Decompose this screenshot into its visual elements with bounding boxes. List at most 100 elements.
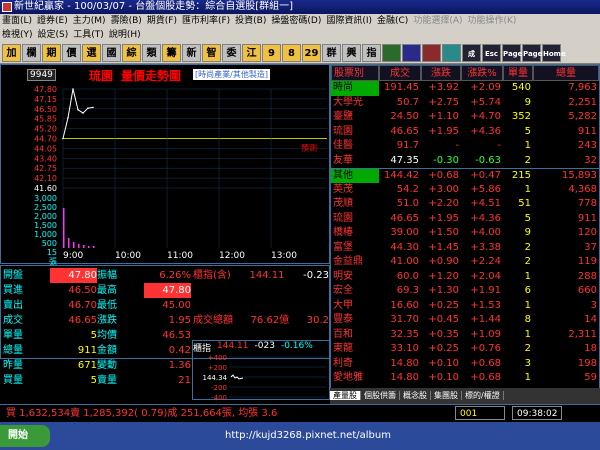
toolbar-button[interactable]: 8 bbox=[282, 43, 301, 62]
toolbar-button[interactable]: Esc bbox=[482, 43, 501, 62]
toolbar-button[interactable]: 委 bbox=[222, 43, 241, 62]
toolbar-button[interactable] bbox=[382, 43, 401, 62]
watch-cell: +5.86 bbox=[470, 183, 501, 195]
watch-row[interactable]: 英茂 54.2 +3.00 +5.86 1 4,368 bbox=[331, 183, 599, 198]
toolbar-button[interactable]: 加 bbox=[2, 43, 21, 62]
watch-cell: 24.50 bbox=[390, 111, 419, 122]
watch-row[interactable]: 其他 144.42 +0.68 +0.47 215 15,893 bbox=[331, 168, 599, 183]
watch-cell: -0.63 bbox=[475, 154, 501, 166]
index-label: 櫃指(含) bbox=[193, 270, 231, 281]
menu-item[interactable]: 國際資訊(I) bbox=[326, 16, 372, 26]
toolbar-button[interactable]: 興 bbox=[342, 43, 361, 62]
watch-row[interactable]: 利奇 14.80 +0.10 +0.68 3 198 bbox=[331, 357, 599, 372]
toolbar-button[interactable] bbox=[442, 43, 461, 62]
toolbar-button[interactable] bbox=[402, 43, 421, 62]
menu-item[interactable]: 功能選擇(A) bbox=[413, 16, 462, 26]
menu-item[interactable]: 壽險(B) bbox=[111, 16, 142, 26]
quote-value: 671 bbox=[77, 360, 97, 371]
menu-bar: 畫面(L) 證券(E) 主力(M) 壽險(B) 期貨(F) 匯市利率(F) 投資(B) 操盤密… bbox=[0, 14, 600, 42]
toolbar-button[interactable]: 類 bbox=[142, 43, 161, 62]
toolbar-button[interactable]: Home bbox=[542, 43, 566, 62]
watch-row[interactable]: 茂順 51.0 +2.20 +4.51 51 778 bbox=[331, 197, 599, 212]
toolbar-button[interactable]: 群 bbox=[322, 43, 341, 62]
menu-item[interactable]: 功能操作(K) bbox=[468, 16, 517, 26]
quote-value2: 6.26% bbox=[159, 270, 191, 281]
code-input[interactable]: 001 bbox=[455, 406, 505, 420]
menu-item[interactable]: 投資(B) bbox=[235, 16, 266, 26]
toolbar-button[interactable]: 新 bbox=[182, 43, 201, 62]
watch-row[interactable]: 金益鼎 41.00 +0.90 +2.24 2 119 bbox=[331, 255, 599, 270]
watch-header[interactable]: 成交 bbox=[379, 65, 421, 81]
tab-1[interactable]: 個股供籌 bbox=[361, 391, 400, 400]
watchlist-header: 股票別 成交 漲跌 漲跌% 單量 總量 bbox=[331, 65, 599, 81]
watch-cell: +2.20 bbox=[428, 198, 459, 209]
watch-row[interactable]: 琉園 46.65 +1.95 +4.36 5 911 bbox=[331, 125, 599, 140]
quote-value2: 0.42 bbox=[168, 345, 191, 356]
toolbar-button[interactable]: 成 bbox=[462, 43, 481, 62]
watch-row[interactable]: 百和 32.35 +0.35 +1.09 1 2,311 bbox=[331, 328, 599, 343]
tab-3[interactable]: 集團股 bbox=[431, 391, 462, 400]
mini-tick: -400 bbox=[211, 394, 227, 401]
toolbar-button[interactable]: 智 bbox=[202, 43, 221, 62]
watch-row[interactable]: 時尚 191.45 +3.92 +2.09 540 7,963 bbox=[331, 81, 599, 96]
watch-row[interactable]: 大學光 50.7 +2.75 +5.74 9 2,251 bbox=[331, 96, 599, 111]
toolbar-button[interactable]: Page Up bbox=[502, 43, 522, 76]
tab-4[interactable]: 標的/權證 bbox=[462, 391, 504, 400]
watch-cell: 時尚 bbox=[331, 81, 379, 96]
quote-row: 買量 5 賣量 21 bbox=[3, 373, 191, 388]
menu-item[interactable]: 匯市利率(F) bbox=[182, 16, 230, 26]
menu-row-1: 畫面(L) 證券(E) 主力(M) 壽險(B) 期貨(F) 匯市利率(F) 投資(B) 操盤密… bbox=[0, 14, 600, 28]
watch-row[interactable]: 富堡 44.30 +1.45 +3.38 2 37 bbox=[331, 241, 599, 256]
quote-row: 買進 46.50 最高 47.80 bbox=[3, 283, 191, 298]
watch-header[interactable]: 股票別 bbox=[331, 65, 379, 81]
toolbar-button[interactable]: 國 bbox=[102, 43, 121, 62]
tab-0[interactable]: 產量股 bbox=[330, 391, 361, 400]
watch-header[interactable]: 單量 bbox=[503, 65, 533, 81]
volume-bar bbox=[63, 208, 65, 248]
taskbar: 開始 http://kujd3268.pixnet.net/album bbox=[0, 422, 600, 450]
watch-row[interactable]: 宏全 69.3 +1.30 +1.91 6 660 bbox=[331, 284, 599, 299]
watch-row[interactable]: 臺鹽 24.50 +1.10 +4.70 352 5,282 bbox=[331, 110, 599, 125]
toolbar-button[interactable]: 期 bbox=[42, 43, 61, 62]
tab-2[interactable]: 概念股 bbox=[400, 391, 431, 400]
start-button[interactable]: 開始 bbox=[0, 425, 50, 447]
toolbar-button[interactable]: 指 bbox=[362, 43, 381, 62]
menu-item[interactable]: 畫面(L) bbox=[2, 16, 32, 26]
toolbar-button[interactable]: 綜 bbox=[122, 43, 141, 62]
watch-row[interactable]: 愛地雅 14.80 +0.10 +0.68 1 59 bbox=[331, 371, 599, 386]
watch-header[interactable]: 總量 bbox=[533, 65, 599, 81]
toolbar-button[interactable]: 江 bbox=[242, 43, 261, 62]
watch-cell: 4,368 bbox=[568, 183, 597, 195]
watch-header[interactable]: 漲跌 bbox=[421, 65, 461, 81]
watch-header[interactable]: 漲跌% bbox=[461, 65, 503, 81]
toolbar-button[interactable]: Page Down bbox=[522, 43, 545, 76]
menu-item[interactable]: 設定(S) bbox=[38, 30, 69, 40]
watch-row[interactable]: 豐泰 31.70 +0.45 +1.44 8 14 bbox=[331, 313, 599, 328]
watch-row[interactable]: 友華 47.35 -0.30 -0.63 2 32 bbox=[331, 154, 599, 169]
toolbar-button[interactable]: 9 bbox=[262, 43, 281, 62]
watch-row[interactable]: 佳醫 91.7 - - 1 243 bbox=[331, 139, 599, 154]
watch-row[interactable]: 琉園 46.65 +1.95 +4.36 5 911 bbox=[331, 212, 599, 227]
menu-item[interactable]: 金融(C) bbox=[377, 16, 408, 26]
menu-item[interactable]: 工具(T) bbox=[73, 30, 104, 40]
watch-cell: 660 bbox=[577, 285, 597, 296]
toolbar-button[interactable]: 29 bbox=[302, 43, 321, 62]
menu-item[interactable]: 主力(M) bbox=[73, 16, 106, 26]
watch-row[interactable]: 東龍 33.10 +0.25 +0.76 2 18 bbox=[331, 342, 599, 357]
volume-bar bbox=[83, 245, 85, 248]
watch-row[interactable]: 橋椿 39.00 +1.50 +4.00 9 120 bbox=[331, 226, 599, 241]
menu-item[interactable]: 操盤密碼(D) bbox=[271, 16, 321, 26]
menu-item[interactable]: 期貨(F) bbox=[147, 16, 177, 26]
toolbar-button[interactable]: 選 bbox=[82, 43, 101, 62]
watch-row[interactable]: 明安 60.0 +1.20 +2.04 1 288 bbox=[331, 270, 599, 285]
toolbar-button[interactable]: 欄 bbox=[22, 43, 41, 62]
price-tick: 41.60 bbox=[34, 184, 57, 193]
toolbar-button[interactable]: 價 bbox=[62, 43, 81, 62]
watch-row[interactable]: 大甲 16.60 +0.25 +1.53 1 3 bbox=[331, 299, 599, 314]
menu-item[interactable]: 證券(E) bbox=[37, 16, 68, 26]
quote-row: 昨量 671 變動 1.36 bbox=[3, 358, 191, 373]
toolbar-button[interactable] bbox=[422, 43, 441, 62]
toolbar-button[interactable]: 籌 bbox=[162, 43, 181, 62]
menu-item[interactable]: 檢視(Y) bbox=[2, 30, 33, 40]
menu-item[interactable]: 說明(H) bbox=[109, 30, 141, 40]
